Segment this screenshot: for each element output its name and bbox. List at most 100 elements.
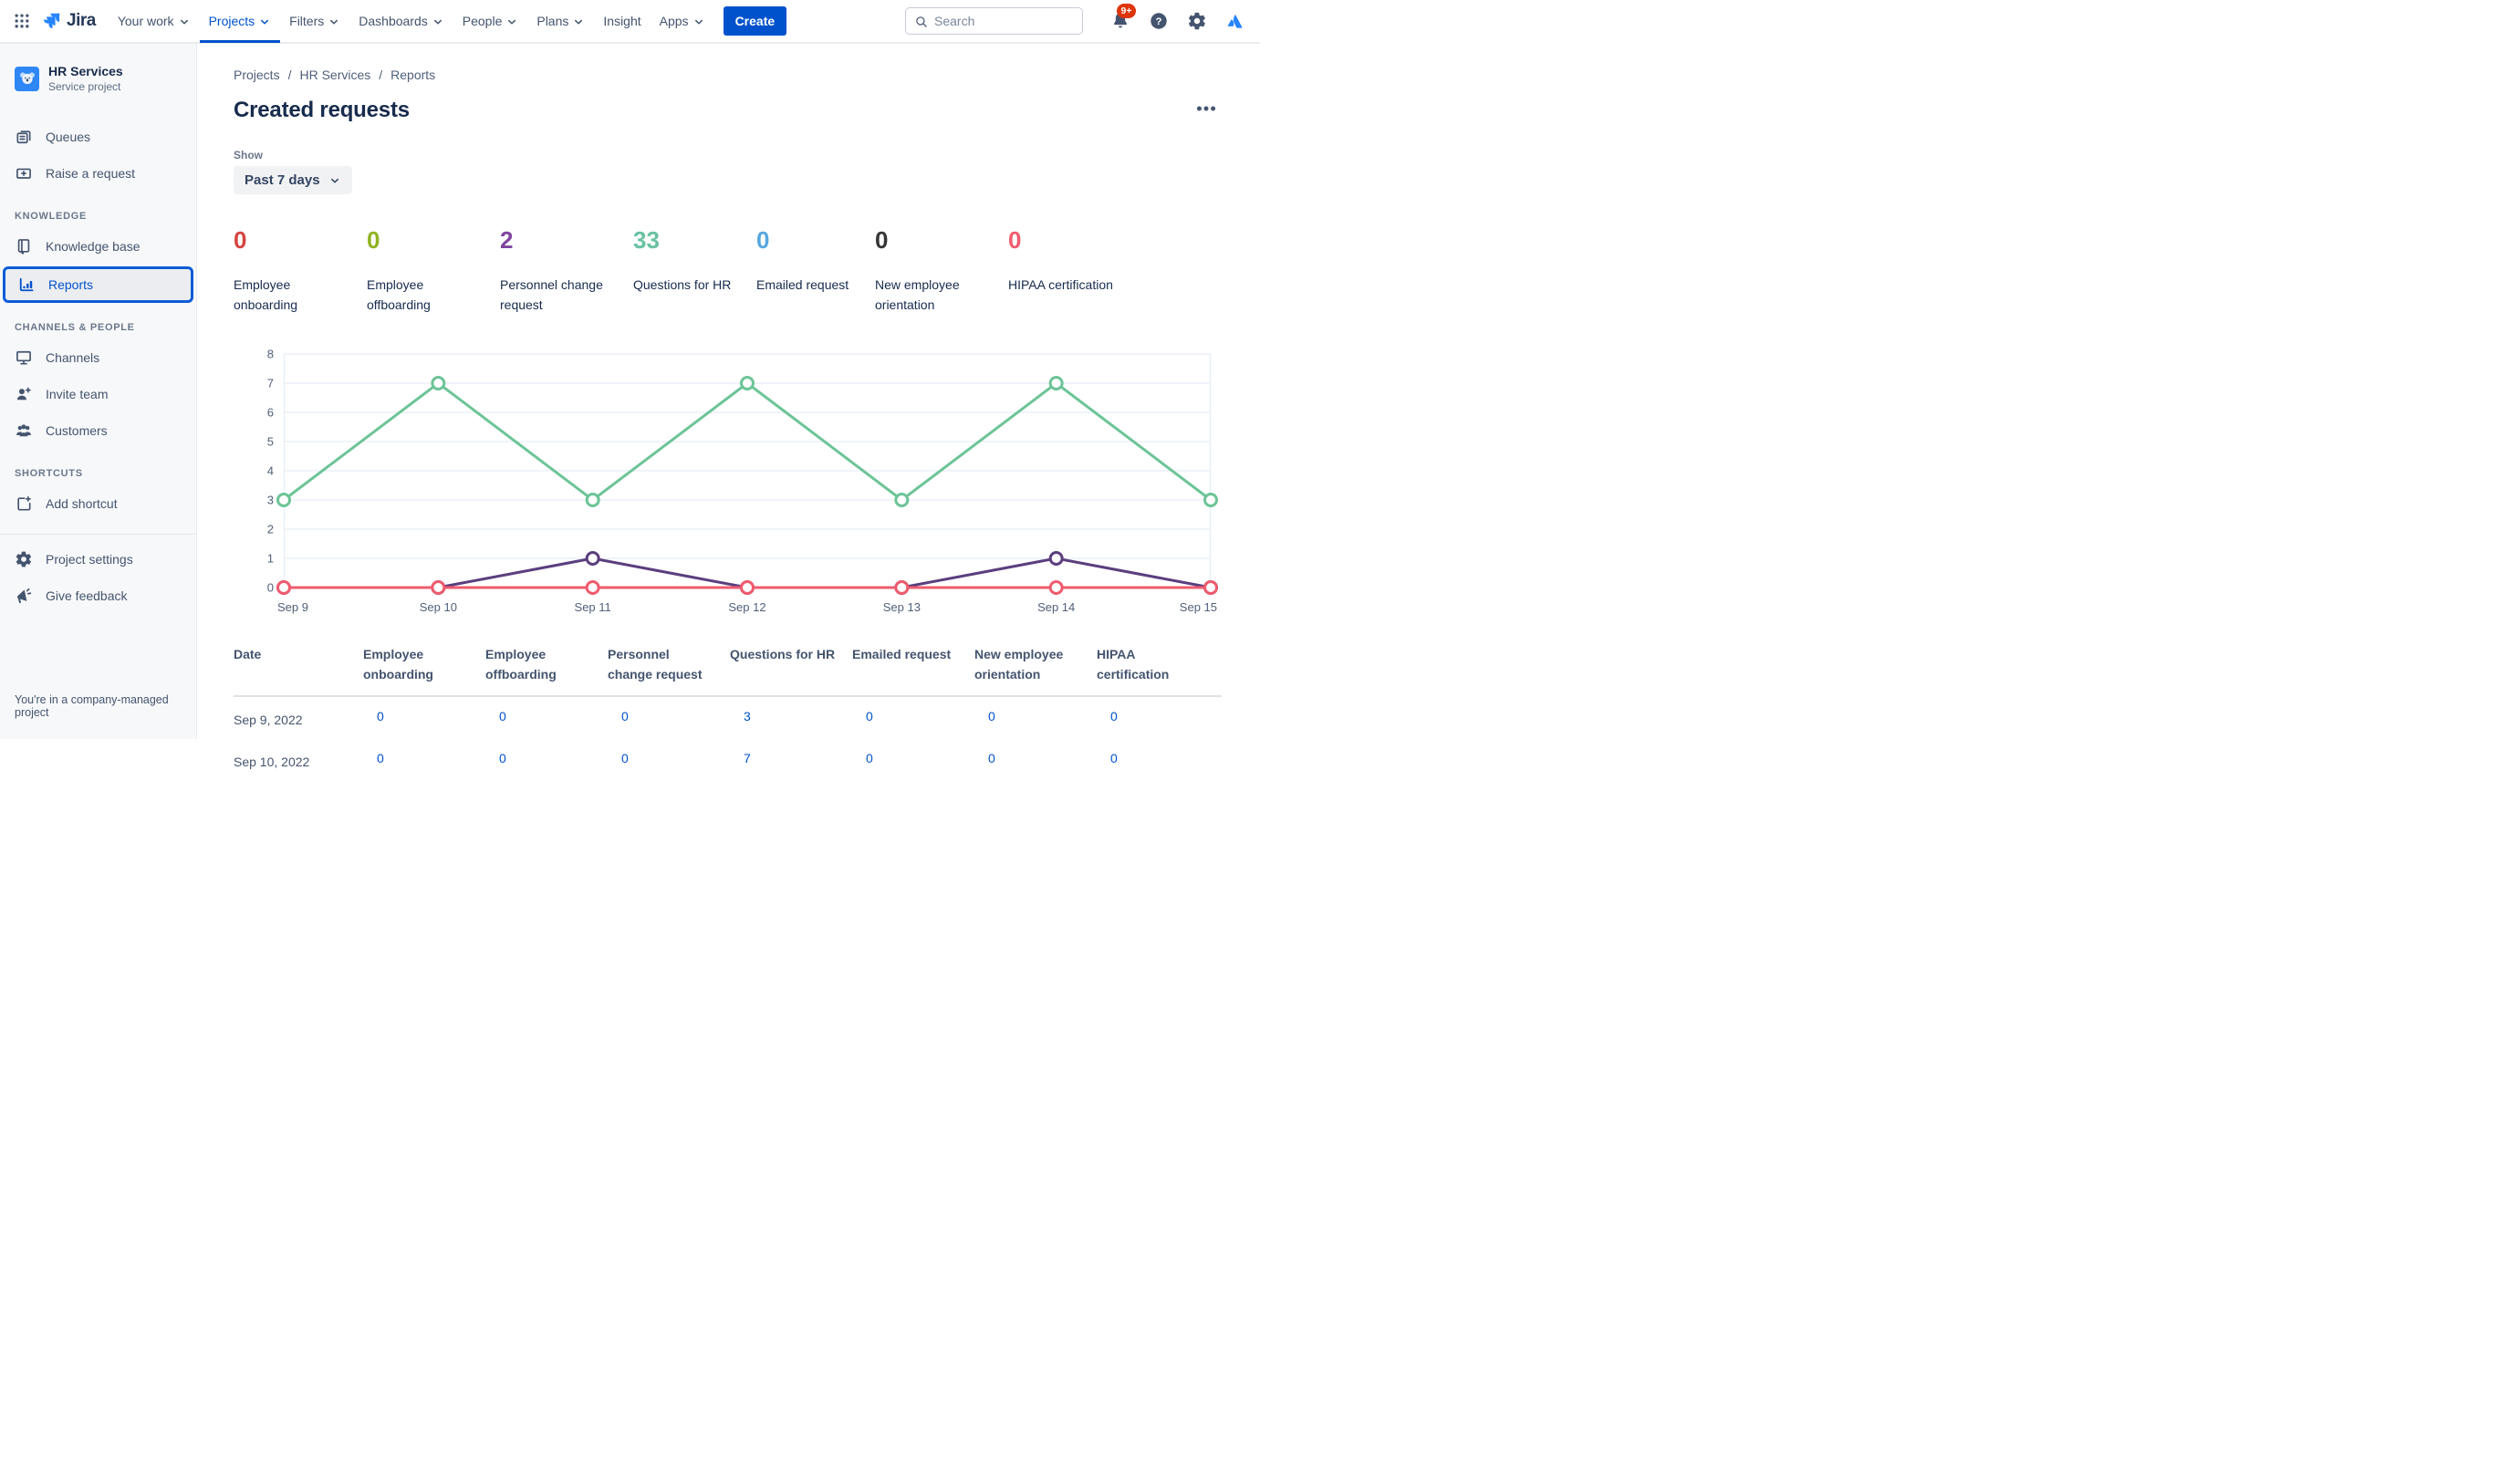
stat-value: 33 — [633, 226, 660, 254]
line-chart-svg: 012345678Sep 9 Sep 10 Sep 11 Sep 12 Sep 13 Se… — [267, 348, 1218, 614]
stat-label: Employee onboarding — [234, 277, 298, 312]
breadcrumb-separator: / — [379, 68, 383, 82]
table-row: Sep 10, 2022 0 0 0 7 0 0 0 — [234, 739, 1222, 781]
project-header[interactable]: HR Services Service project — [0, 60, 196, 97]
svg-text:2: 2 — [267, 523, 274, 536]
chart-point — [740, 376, 755, 390]
stat-value: 0 — [875, 226, 889, 254]
stats-row: 0 Employee onboarding 0 Employee offboar… — [234, 228, 1222, 315]
nav-item-people[interactable]: People — [453, 0, 528, 43]
nav-item-apps[interactable]: Apps — [651, 0, 714, 43]
column-header-questions-for-hr: Questions for HR — [730, 647, 836, 661]
search-icon — [914, 15, 928, 28]
sidebar-item-channels[interactable]: Channels — [0, 339, 196, 376]
nav-item-filters[interactable]: Filters — [280, 0, 349, 43]
customers-icon — [15, 422, 33, 440]
stat-employee-onboarding: 0 Employee onboarding — [234, 228, 367, 315]
sidebar-item-invite-team[interactable]: Invite team — [0, 376, 196, 412]
sidebar-item-customers[interactable]: Customers — [0, 412, 196, 449]
report-table: Date Employee onboarding Employee offboard… — [234, 644, 1222, 781]
jira-logo-text: Jira — [67, 11, 96, 30]
sidebar-item-knowledge-base[interactable]: Knowledge base — [0, 228, 196, 265]
column-header-new-employee-orientation: New employee orientation — [974, 647, 1064, 682]
table-cell-link[interactable]: 0 — [974, 751, 995, 765]
breadcrumb-reports[interactable]: Reports — [390, 68, 435, 82]
svg-text:0: 0 — [267, 581, 274, 595]
table-cell-link[interactable]: 0 — [363, 751, 384, 765]
table-cell-link[interactable]: 0 — [485, 709, 506, 723]
table-header-row: Date Employee onboarding Employee offboard… — [234, 644, 1222, 697]
chart-series-all-other-request-types — [276, 580, 1218, 595]
svg-text:Sep 15: Sep 15 — [1180, 600, 1217, 614]
search-input[interactable] — [934, 14, 1074, 28]
stat-label: Personnel change request — [500, 277, 603, 312]
table-cell-link[interactable]: 0 — [1097, 751, 1118, 765]
column-header-date: Date — [234, 647, 262, 661]
stat-questions-for-hr: 33 Questions for HR — [633, 228, 756, 315]
nav-item-your-work[interactable]: Your work — [109, 0, 200, 43]
table-cell-link[interactable]: 7 — [730, 751, 751, 765]
table-cell-link[interactable]: 0 — [608, 709, 629, 723]
table-cell-link[interactable]: 3 — [730, 709, 751, 723]
chart-point — [276, 580, 291, 595]
table-cell-link[interactable]: 0 — [852, 751, 873, 765]
chevron-down-icon — [328, 14, 340, 28]
nav-item-insight[interactable]: Insight — [594, 0, 650, 43]
nav-item-dashboards[interactable]: Dashboards — [349, 0, 453, 43]
sidebar-item-add-shortcut[interactable]: Add shortcut — [0, 485, 196, 522]
jira-logo[interactable]: Jira — [42, 11, 96, 31]
sidebar-item-raise-a-request[interactable]: Raise a request — [0, 155, 196, 192]
atlassian-account-button[interactable] — [1222, 7, 1249, 35]
breadcrumb: Projects / HR Services / Reports — [234, 66, 1222, 84]
svg-text:Sep 13: Sep 13 — [883, 600, 921, 614]
settings-button[interactable] — [1183, 7, 1211, 35]
sidebar-item-give-feedback[interactable]: Give feedback — [0, 578, 196, 614]
top-navigation-bar: Jira Your work Projects Filters Dashboards P… — [0, 0, 1260, 44]
breadcrumb-hr-services[interactable]: HR Services — [299, 68, 370, 82]
main-content: Projects / HR Services / Reports Created req… — [197, 44, 1260, 769]
stat-label: HIPAA certification — [1008, 277, 1113, 292]
table-row: Sep 9, 2022 0 0 0 3 0 0 0 — [234, 697, 1222, 739]
nav-item-plans[interactable]: Plans — [527, 0, 594, 43]
chevron-down-icon — [432, 14, 444, 28]
knowledge-base-icon — [15, 237, 33, 255]
search-box[interactable] — [905, 7, 1083, 35]
stat-value: 2 — [500, 226, 514, 254]
stat-label: Employee offboarding — [367, 277, 431, 312]
table-cell-link[interactable]: 0 — [363, 709, 384, 723]
sidebar-item-reports[interactable]: Reports — [3, 266, 193, 303]
sidebar-item-queues[interactable]: Queues — [0, 119, 196, 155]
table-cell-link[interactable]: 0 — [852, 709, 873, 723]
chevron-down-icon — [328, 174, 341, 187]
create-button[interactable]: Create — [723, 6, 787, 36]
help-button[interactable]: ? — [1145, 7, 1172, 35]
feedback-icon — [15, 587, 33, 605]
period-dropdown[interactable]: Past 7 days — [234, 166, 352, 194]
svg-text:6: 6 — [267, 406, 274, 420]
svg-text:4: 4 — [267, 464, 274, 478]
notifications-button[interactable]: 9+ — [1107, 4, 1136, 35]
nav-item-projects[interactable]: Projects — [200, 0, 281, 43]
sidebar-section-channels-people: CHANNELS & PEOPLE — [15, 322, 135, 333]
notification-badge: 9+ — [1117, 4, 1136, 18]
table-cell-link[interactable]: 0 — [485, 751, 506, 765]
table-cell-link[interactable]: 0 — [608, 751, 629, 765]
breadcrumb-separator: / — [287, 68, 292, 82]
chart-point — [894, 493, 910, 507]
stat-value: 0 — [756, 226, 770, 254]
breadcrumb-projects[interactable]: Projects — [234, 68, 280, 82]
chevron-down-icon — [692, 14, 705, 28]
chevron-down-icon — [572, 14, 585, 28]
column-header-emailed-request: Emailed request — [852, 647, 952, 661]
more-options-button[interactable] — [1191, 93, 1222, 127]
add-shortcut-icon — [15, 494, 33, 513]
stat-label: New employee orientation — [875, 277, 960, 312]
table-cell-link[interactable]: 0 — [974, 709, 995, 723]
svg-text:8: 8 — [267, 348, 274, 361]
table-cell-link[interactable]: 0 — [1097, 709, 1118, 723]
reports-icon — [17, 276, 36, 294]
app-switcher-button[interactable] — [9, 8, 35, 34]
chart-x-axis-labels: Sep 9 Sep 10 Sep 11 Sep 12 Sep 13 Sep 14 Sep 1… — [277, 600, 1217, 614]
stat-value: 0 — [367, 226, 380, 254]
sidebar-item-project-settings[interactable]: Project settings — [0, 541, 196, 578]
